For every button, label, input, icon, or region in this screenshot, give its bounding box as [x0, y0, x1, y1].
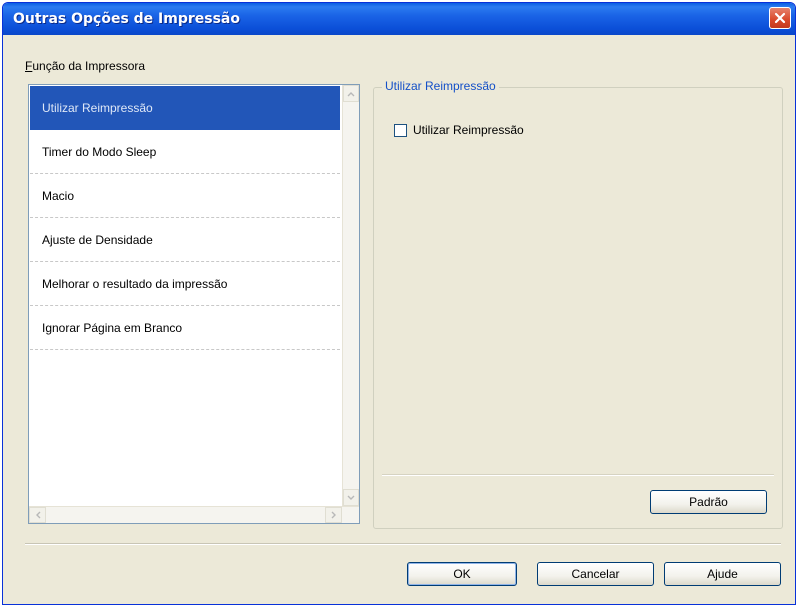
list-item-melhorar-resultado[interactable]: Melhorar o resultado da impressão — [30, 262, 340, 306]
settings-panel: Utilizar Reimpressão Utilizar Reimpressã… — [373, 79, 783, 529]
title-bar[interactable]: Outras Opções de Impressão — [3, 3, 795, 35]
cancel-button[interactable]: Cancelar — [537, 562, 654, 586]
help-button[interactable]: Ajude — [664, 562, 781, 586]
ok-button[interactable]: OK — [407, 562, 517, 586]
scroll-left-icon — [35, 511, 40, 519]
list-item-timer-modo-sleep[interactable]: Timer do Modo Sleep — [30, 130, 340, 174]
scroll-left-button[interactable] — [29, 507, 46, 523]
scroll-down-button[interactable] — [343, 489, 359, 506]
footer-separator — [25, 543, 781, 545]
settings-panel-legend: Utilizar Reimpressão — [382, 79, 499, 93]
window-title: Outras Opções de Impressão — [13, 11, 241, 27]
utilizar-reimpressao-option[interactable]: Utilizar Reimpressão — [394, 123, 524, 137]
close-button[interactable] — [769, 7, 791, 29]
list-item-ignorar-pagina-branco[interactable]: Ignorar Página em Branco — [30, 306, 340, 350]
utilizar-reimpressao-checkbox[interactable] — [394, 123, 407, 137]
utilizar-reimpressao-checkbox-label: Utilizar Reimpressão — [413, 123, 524, 137]
scroll-down-icon — [347, 495, 355, 500]
list-item-macio[interactable]: Macio — [30, 174, 340, 218]
list-item-ajuste-densidade[interactable]: Ajuste de Densidade — [30, 218, 340, 262]
scroll-right-icon — [331, 511, 336, 519]
scroll-up-icon — [347, 91, 355, 96]
panel-separator — [382, 474, 774, 476]
dialog-window: Outras Opções de Impressão Função da Imp… — [2, 2, 796, 605]
horizontal-scrollbar[interactable] — [29, 506, 359, 523]
function-listbox[interactable]: Utilizar Reimpressão Timer do Modo Sleep… — [28, 84, 360, 524]
close-icon — [774, 12, 786, 24]
scroll-right-button[interactable] — [325, 507, 342, 523]
function-group-label: Função da Impressora — [25, 59, 145, 73]
function-group-label-text: unção da Impressora — [32, 59, 146, 73]
scroll-up-button[interactable] — [343, 85, 359, 102]
list-item-utilizar-reimpressao[interactable]: Utilizar Reimpressão — [30, 86, 340, 130]
vertical-scrollbar[interactable] — [342, 85, 359, 506]
padrao-button[interactable]: Padrão — [650, 490, 767, 514]
